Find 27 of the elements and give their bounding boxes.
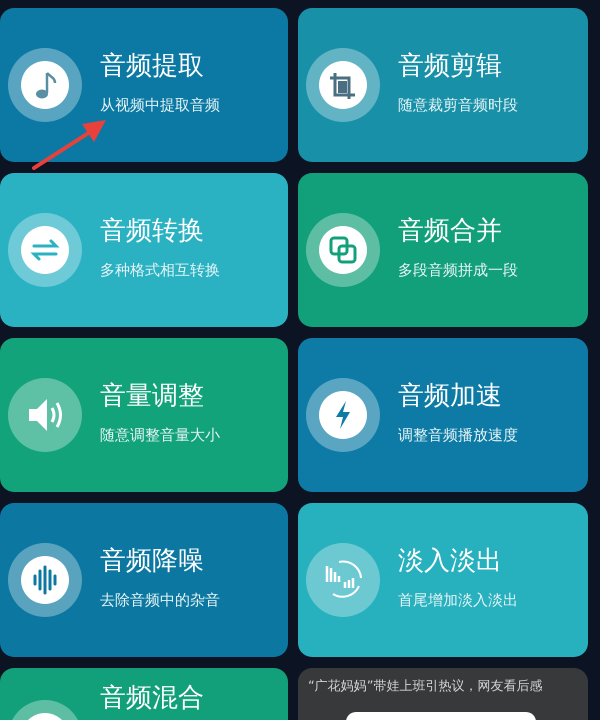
- tool-title: 音频剪辑: [398, 50, 503, 82]
- tool-title: 淡入淡出: [398, 545, 503, 577]
- tool-card[interactable]: 淡入淡出 首尾增加淡入淡出: [298, 503, 588, 657]
- tool-card[interactable]: 音频剪辑 随意裁剪音频时段: [298, 8, 588, 162]
- tool-title: 音频加速: [398, 380, 503, 412]
- tool-description: 去除音频中的杂音: [100, 591, 220, 609]
- tool-description: 多段音频拼成一段: [398, 261, 518, 279]
- tool-card[interactable]: 音频转换 多种格式相互转换: [0, 173, 288, 327]
- tool-title: 音频降噪: [100, 545, 205, 577]
- tool-card[interactable]: 音频合并 多段音频拼成一段: [298, 173, 588, 327]
- tool-description: 随意裁剪音频时段: [398, 96, 518, 114]
- tool-description: 首尾增加淡入淡出: [398, 591, 518, 609]
- tool-card[interactable]: 音频混合: [0, 668, 288, 720]
- tool-description: 调整音频播放速度: [398, 426, 518, 444]
- tool-title: 音频混合: [100, 682, 204, 714]
- tool-description: 从视频中提取音频: [100, 96, 220, 114]
- tool-title: 音频合并: [398, 215, 503, 247]
- tool-title: 音量调整: [100, 380, 205, 412]
- tool-description: 多种格式相互转换: [100, 261, 220, 279]
- tool-card[interactable]: 音量调整 随意调整音量大小: [0, 338, 288, 492]
- tool-title: 音频提取: [100, 50, 205, 82]
- tool-card[interactable]: 音频加速 调整音频播放速度: [298, 338, 588, 492]
- tool-description: 随意调整音量大小: [100, 426, 220, 444]
- tool-title: 音频转换: [100, 215, 205, 247]
- tool-card[interactable]: 音频降噪 去除音频中的杂音: [0, 503, 288, 657]
- news-text: “广花妈妈”带娃上班引热议，网友看后感: [308, 678, 544, 696]
- tool-card[interactable]: 音频提取 从视频中提取音频: [0, 8, 288, 162]
